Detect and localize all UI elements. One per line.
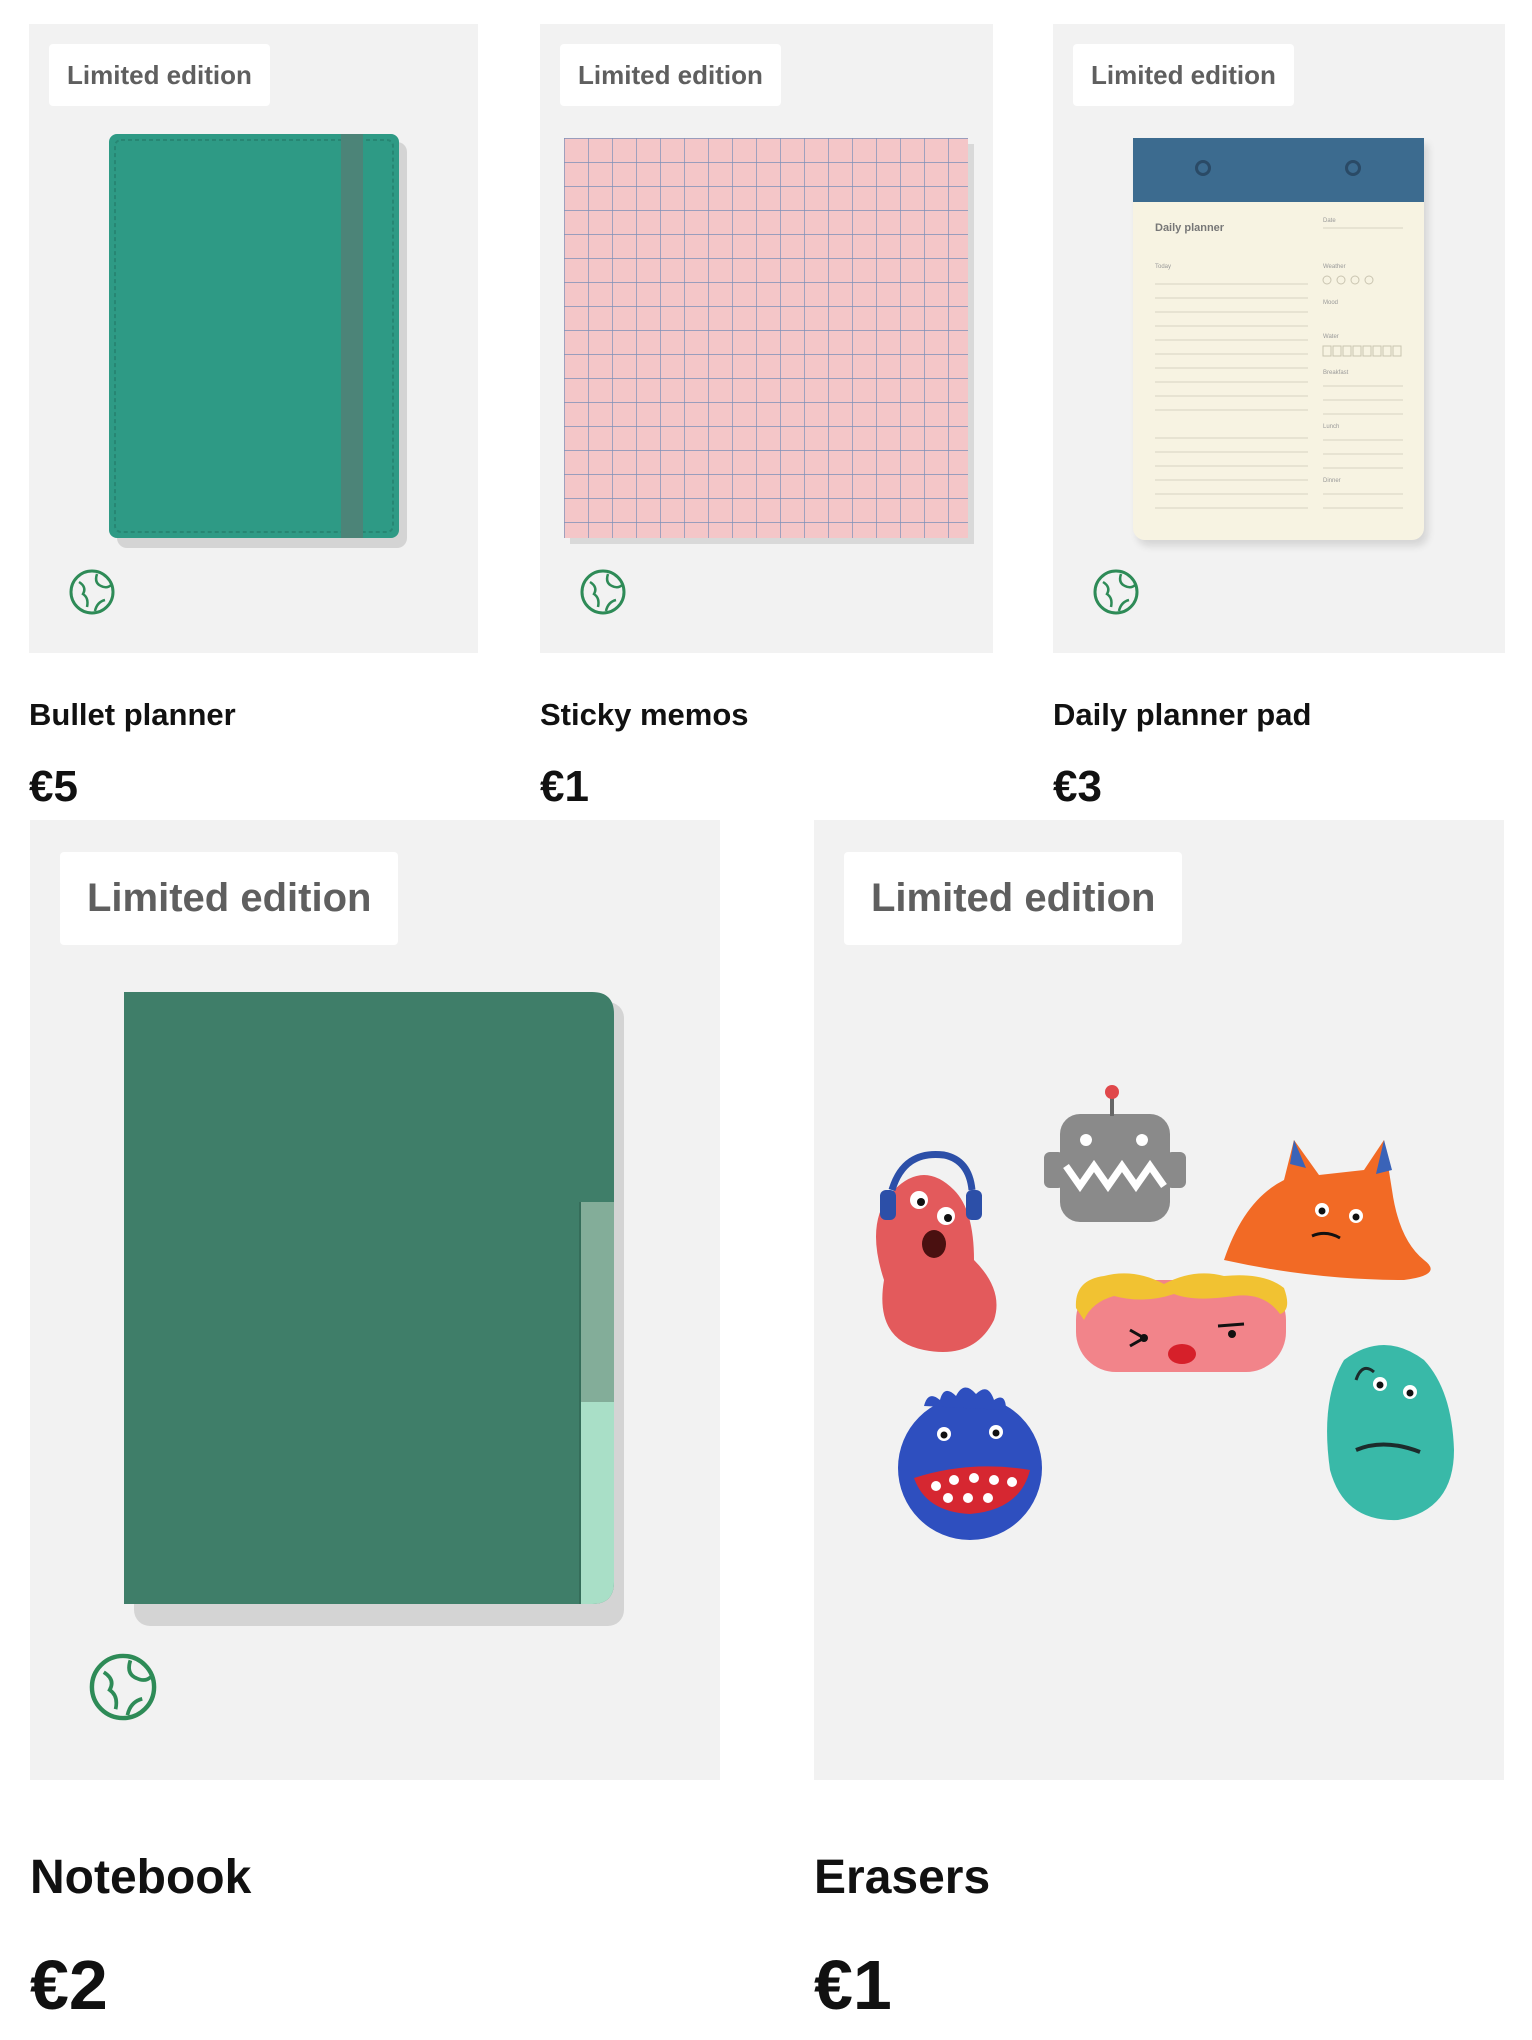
- eraser-grey-robot: [1044, 1085, 1186, 1222]
- daily-planner-pad-image: Daily planner Date Weather Mood Water Br…: [1133, 138, 1424, 540]
- product-price: €3: [1053, 762, 1102, 811]
- globe-leaf-icon: [69, 569, 115, 615]
- eraser-orange-cat: [1224, 1140, 1431, 1280]
- product-card-daily-planner-pad[interactable]: Limited edition Daily planner Date Weath…: [1053, 24, 1505, 653]
- product-card-notebook[interactable]: Limited edition: [30, 820, 720, 1780]
- product-name[interactable]: Daily planner pad: [1053, 697, 1311, 733]
- limited-edition-badge: Limited edition: [49, 44, 270, 106]
- limited-edition-badge: Limited edition: [60, 852, 399, 945]
- product-card-sticky-memos[interactable]: Limited edition: [540, 24, 993, 653]
- eraser-blue-monster: [898, 1387, 1042, 1540]
- limited-edition-badge: Limited edition: [560, 44, 781, 106]
- product-price: €1: [814, 1946, 892, 2024]
- product-name[interactable]: Erasers: [814, 1850, 990, 1905]
- product-price: €2: [30, 1946, 108, 2024]
- planner-lines: [1155, 227, 1403, 509]
- limited-edition-badge: Limited edition: [844, 852, 1183, 945]
- sticky-memos-image: [564, 138, 974, 544]
- product-price: €5: [29, 762, 78, 811]
- product-name[interactable]: Bullet planner: [29, 697, 236, 733]
- product-price: €1: [540, 762, 589, 811]
- bullet-planner-image: [109, 134, 407, 548]
- eraser-teal-monster: [1327, 1345, 1454, 1521]
- erasers-image: [876, 1085, 1454, 1540]
- eraser-pink-face: [1075, 1273, 1288, 1372]
- product-name[interactable]: Sticky memos: [540, 697, 749, 733]
- globe-leaf-icon: [580, 569, 626, 615]
- globe-leaf-icon: [1093, 569, 1139, 615]
- product-name[interactable]: Notebook: [30, 1850, 251, 1905]
- globe-leaf-icon: [89, 1653, 157, 1721]
- eraser-red-monster: [876, 1150, 997, 1352]
- notebook-image: [124, 992, 624, 1626]
- product-card-bullet-planner[interactable]: Limited edition: [29, 24, 478, 653]
- limited-edition-badge: Limited edition: [1073, 44, 1294, 106]
- product-card-erasers[interactable]: Limited edition: [814, 820, 1504, 1780]
